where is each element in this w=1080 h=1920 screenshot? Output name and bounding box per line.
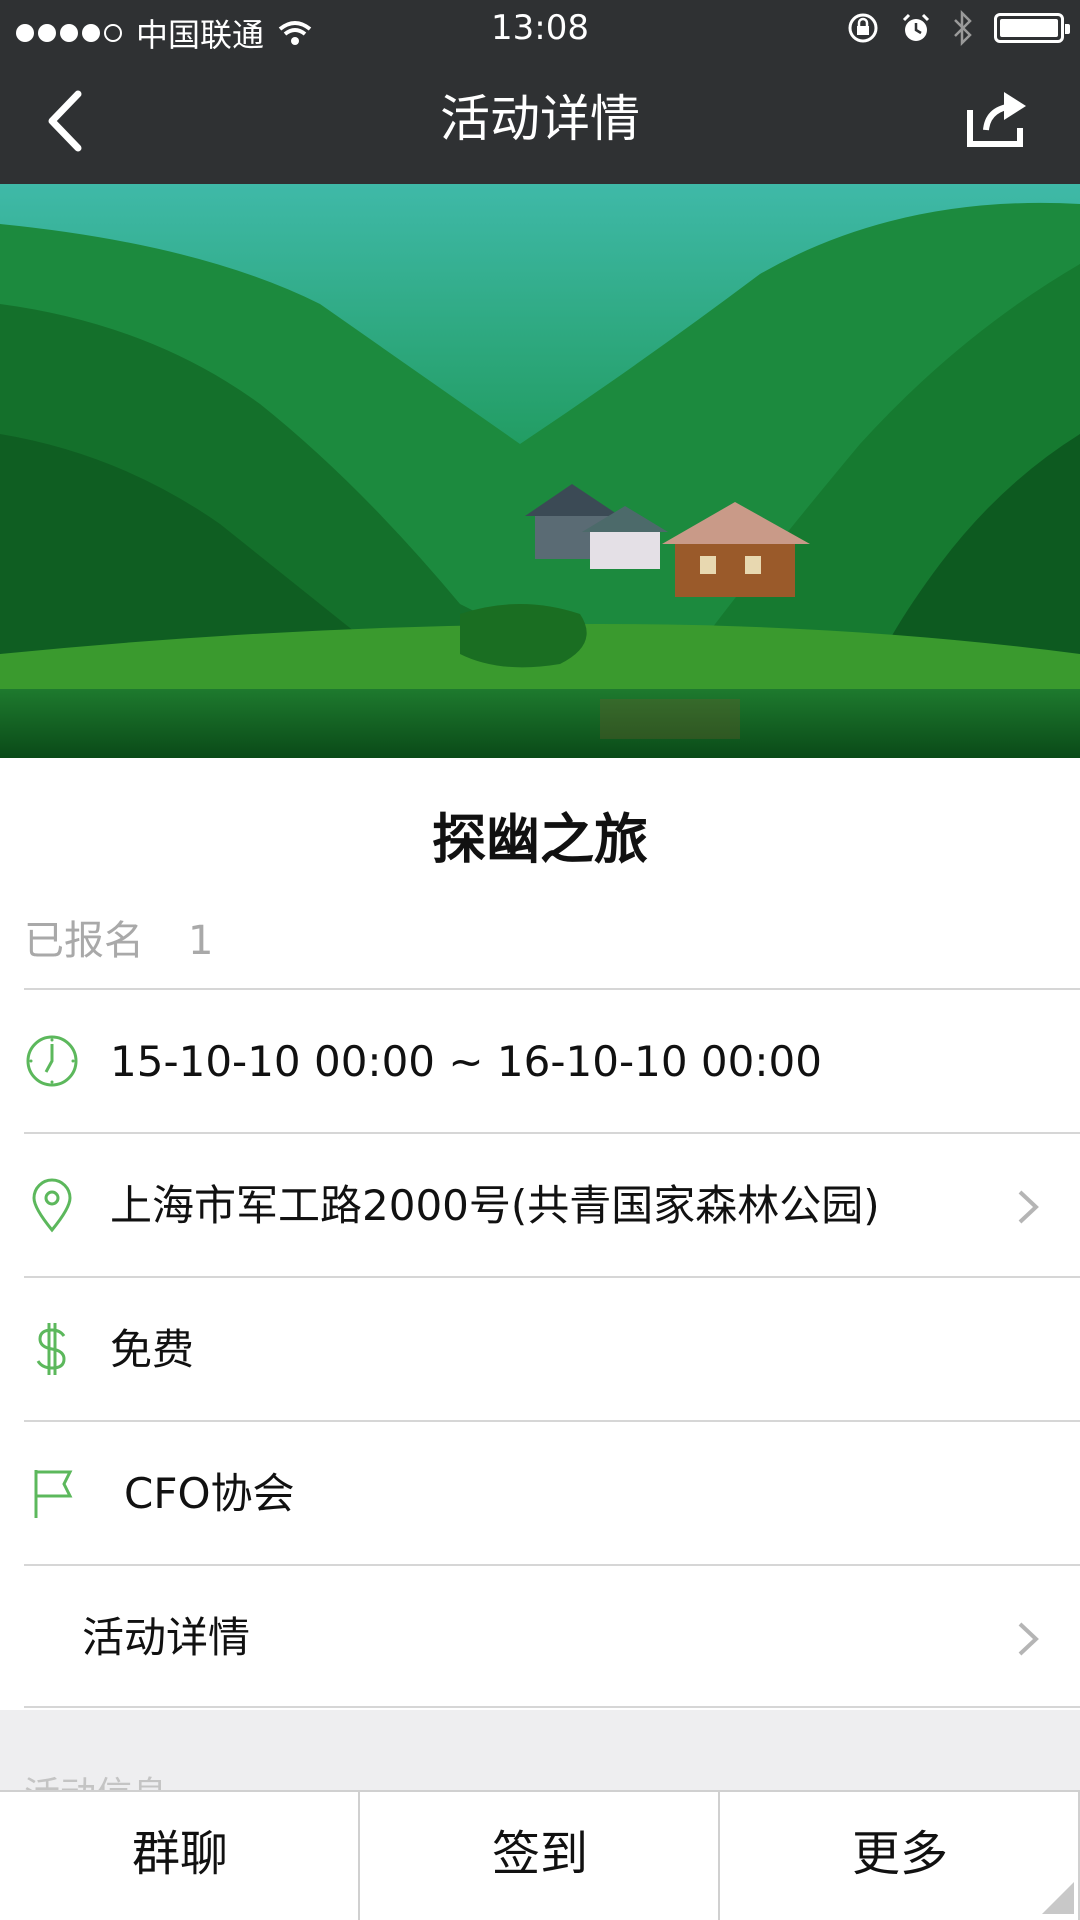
event-cover-image bbox=[0, 184, 1080, 758]
chevron-right-icon bbox=[1018, 1190, 1039, 1224]
fee-row: 免费 bbox=[24, 1276, 1080, 1420]
time-row: 15-10-10 00:00 ~ 16-10-10 00:00 bbox=[24, 988, 1080, 1132]
event-details-label: 活动详情 bbox=[82, 1613, 251, 1662]
organizer-row: CFO协会 bbox=[24, 1420, 1080, 1564]
location-row[interactable]: 上海市军工路2000号(共青国家森林公园) bbox=[24, 1132, 1080, 1276]
time-range-text: 15-10-10 00:00 ~ 16-10-10 00:00 bbox=[110, 1037, 822, 1086]
check-in-button[interactable]: 签到 bbox=[360, 1792, 720, 1920]
flag-icon bbox=[34, 1470, 73, 1518]
bottom-toolbar: 群聊 签到 更多 bbox=[0, 1790, 1080, 1920]
status-bar: 中国联通 13:08 bbox=[0, 0, 1080, 58]
nav-bar: 活动详情 bbox=[0, 58, 1080, 184]
bluetooth-icon bbox=[954, 10, 972, 46]
registered-info: 已报名 1 bbox=[24, 910, 213, 972]
chevron-right-icon bbox=[1018, 1622, 1039, 1656]
event-title: 探幽之旅 bbox=[432, 808, 648, 871]
location-pin-icon bbox=[32, 1178, 72, 1233]
section-separator: 活动信息 bbox=[0, 1710, 1080, 1816]
corner-triangle-icon bbox=[1042, 1882, 1074, 1914]
fee-text: 免费 bbox=[110, 1325, 195, 1374]
organizer-text: CFO协会 bbox=[124, 1469, 295, 1518]
top-bar: 中国联通 13:08 活动详情 bbox=[0, 0, 1080, 184]
share-button[interactable] bbox=[962, 86, 1032, 152]
page-title: 活动详情 bbox=[440, 90, 640, 148]
rotation-lock-icon bbox=[848, 13, 878, 43]
location-text: 上海市军工路2000号(共青国家森林公园) bbox=[110, 1181, 880, 1230]
dollar-icon bbox=[36, 1323, 66, 1375]
clock-icon bbox=[26, 1035, 78, 1087]
alarm-icon bbox=[902, 13, 930, 41]
more-button[interactable]: 更多 bbox=[720, 1792, 1080, 1920]
registered-count: 1 bbox=[188, 918, 214, 964]
event-details-row[interactable]: 活动详情 bbox=[24, 1564, 1080, 1708]
battery-icon bbox=[994, 13, 1070, 43]
group-chat-button[interactable]: 群聊 bbox=[0, 1792, 360, 1920]
registered-label: 已报名 bbox=[24, 918, 144, 964]
